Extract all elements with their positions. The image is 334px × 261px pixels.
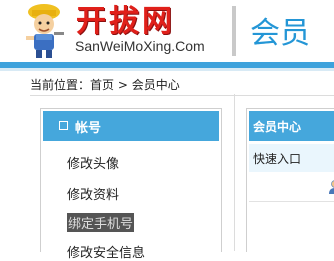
panel-divider: [249, 201, 334, 202]
header-divider: [232, 6, 236, 56]
header-title: 会员: [250, 8, 310, 52]
sidebar-item-bind-phone[interactable]: 绑定手机号: [67, 213, 134, 232]
sidebar-item-change-avatar[interactable]: 修改头像: [67, 153, 119, 172]
breadcrumb-current[interactable]: 会员中心: [132, 78, 180, 92]
site-header: 开拔网 SanWeiMoXing.Com 会员: [0, 0, 334, 62]
logo-text[interactable]: 开拔网: [76, 0, 175, 40]
panel-subtitle: 快速入口: [253, 150, 301, 167]
sidebar-item-security-info[interactable]: 修改安全信息: [67, 242, 145, 261]
breadcrumb-home[interactable]: 首页: [90, 78, 114, 92]
breadcrumb-separator: >: [118, 78, 128, 92]
sidebar-title: 帐号: [75, 117, 101, 136]
nav-bar-shadow: [0, 68, 334, 71]
breadcrumb: 当前位置：首页 > 会员中心: [30, 76, 180, 93]
square-icon: [59, 121, 68, 130]
member-panel: 会员中心 快速入口: [246, 108, 334, 252]
sidebar-item-edit-profile[interactable]: 修改资料: [67, 184, 119, 203]
logo-domain[interactable]: SanWeiMoXing.Com: [75, 38, 205, 54]
panel-header: 会员中心: [249, 111, 334, 141]
sidebar: 帐号 修改头像 修改资料 绑定手机号 修改安全信息: [40, 108, 222, 252]
mascot-logo-icon[interactable]: [18, 2, 70, 58]
panel-subheader: 快速入口: [249, 144, 334, 172]
breadcrumb-prefix: 当前位置：: [30, 78, 90, 92]
panel-title: 会员中心: [253, 118, 301, 135]
user-icon[interactable]: [327, 179, 334, 195]
main-content: 会员中心 快速入口: [234, 94, 334, 251]
sidebar-header: 帐号: [43, 111, 219, 141]
